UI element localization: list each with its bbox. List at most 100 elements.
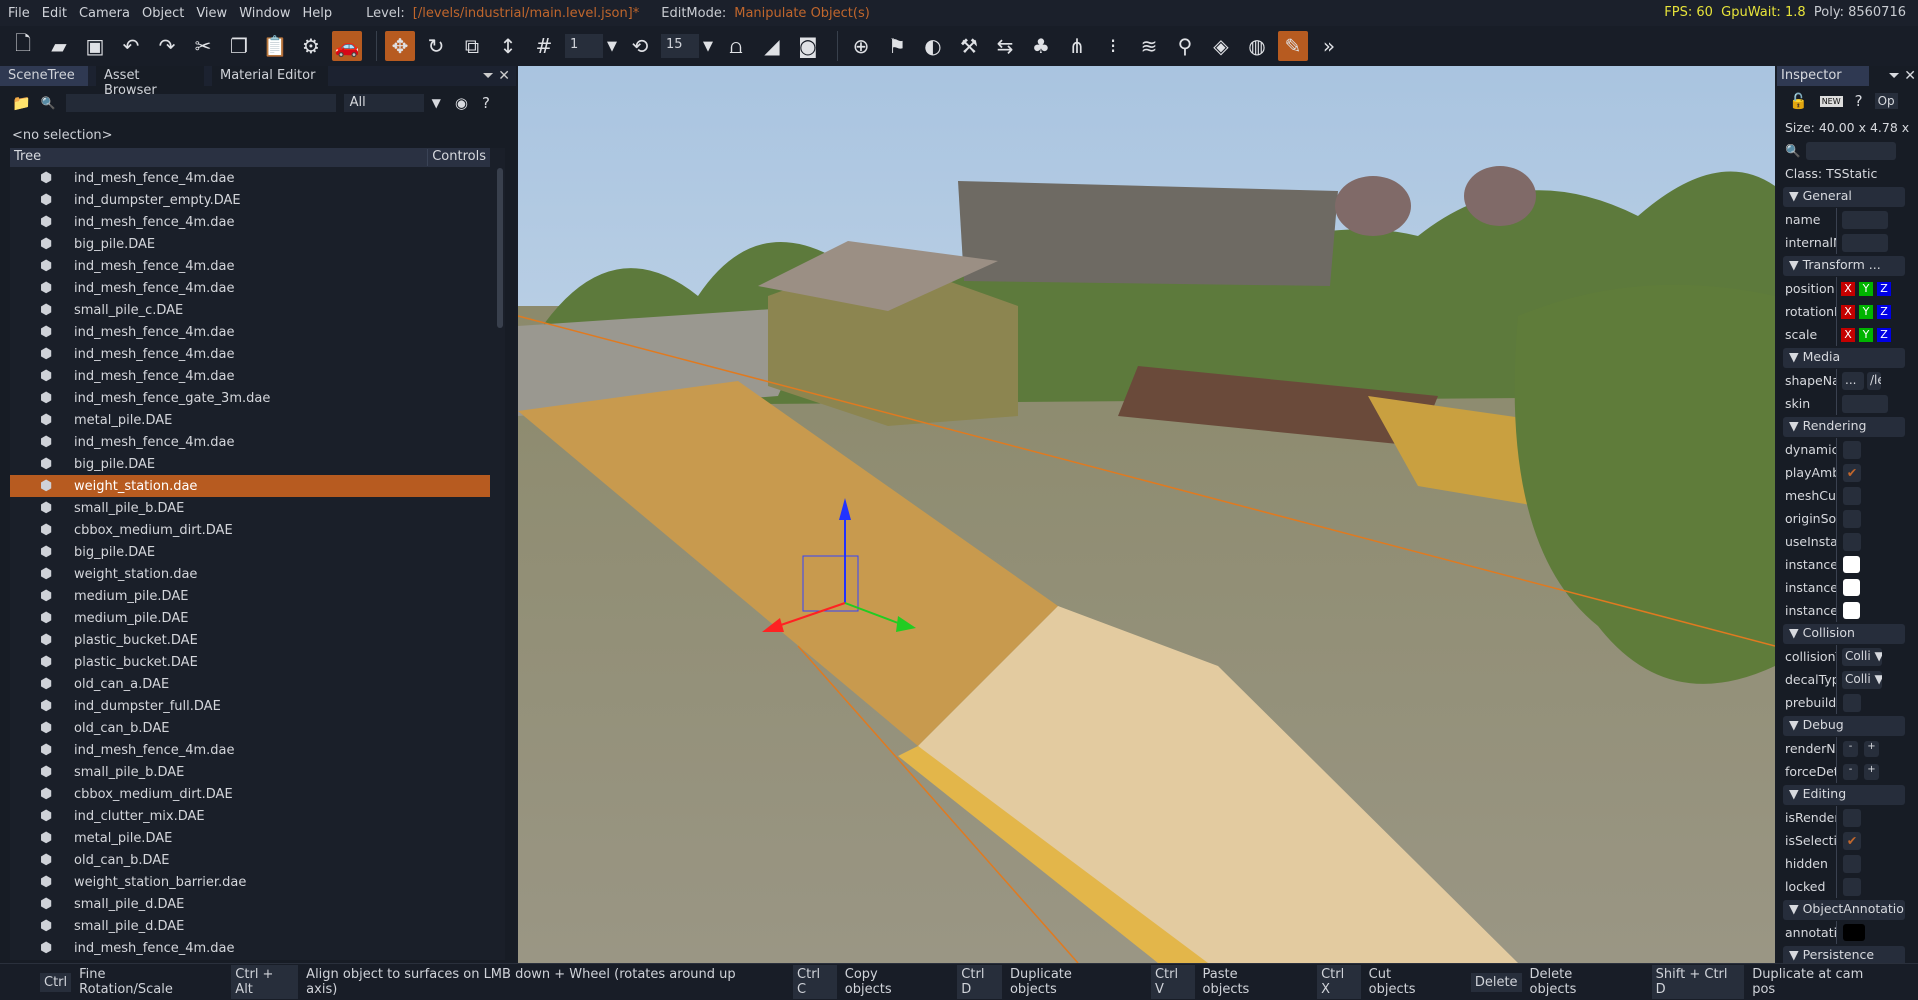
camera-icon[interactable]: ◙ (793, 31, 823, 61)
tree-item[interactable]: ⬢ ind_mesh_fence_4m.dae (10, 937, 490, 959)
options-button[interactable]: Op (1874, 93, 1898, 109)
menu-edit[interactable]: Edit (42, 6, 67, 21)
redo-icon[interactable]: ↷ (152, 31, 182, 61)
transform-more-button[interactable]: ... (1869, 257, 1881, 272)
menu-object[interactable]: Object (142, 6, 184, 21)
prebuild-checkbox[interactable] (1843, 693, 1861, 712)
node-graph-icon[interactable]: ⋔ (1062, 31, 1092, 61)
mesh-cull-checkbox[interactable] (1843, 486, 1861, 505)
help-icon[interactable]: ? (1855, 92, 1863, 110)
filter-select[interactable]: All (343, 94, 424, 112)
tree-item[interactable]: ⬢ plastic_bucket.DAE (10, 629, 490, 651)
tab-asset-browser[interactable]: Asset Browser (96, 66, 204, 98)
inspector-title[interactable]: Inspector (1777, 66, 1869, 86)
position-x[interactable]: X (1841, 281, 1855, 296)
tree-item[interactable]: ⬢ ind_mesh_fence_4m.dae (10, 431, 490, 453)
environment-icon[interactable]: ◍ (1242, 31, 1272, 61)
rotation-z[interactable]: Z (1877, 304, 1891, 319)
tree-item[interactable]: ⬢ metal_pile.DAE (10, 827, 490, 849)
help-icon[interactable]: ? (482, 94, 490, 112)
section-transform[interactable]: ▼ Transform ... (1783, 256, 1905, 276)
chevron-down-icon[interactable]: ▼ (432, 96, 441, 110)
tree-item[interactable]: ⬢ ind_mesh_fence_4m.dae (10, 211, 490, 233)
search-input[interactable] (65, 94, 336, 112)
river-icon[interactable]: ≋ (1134, 31, 1164, 61)
tree-item[interactable]: ⬢ plastic_bucket.DAE (10, 651, 490, 673)
pencil-icon[interactable]: ✎ (1278, 31, 1308, 61)
tree-item[interactable]: ⬢ small_pile_b.DAE (10, 761, 490, 783)
chevron-down-icon[interactable]: ▼ (607, 39, 617, 54)
add-folder-icon[interactable]: 📁 (12, 94, 31, 112)
menu-file[interactable]: File (8, 6, 30, 21)
section-debug[interactable]: ▼ Debug (1783, 716, 1905, 736)
section-rendering[interactable]: ▼ Rendering (1783, 417, 1905, 437)
collision-type-select[interactable]: Colli ▼ (1842, 647, 1882, 666)
chevron-down-icon[interactable]: ▼ (703, 39, 713, 54)
undo-icon[interactable]: ↶ (116, 31, 146, 61)
world-axis-icon[interactable]: ↕ (493, 31, 523, 61)
tree-item[interactable]: ⬢ ind_mesh_fence_4m.dae (10, 167, 490, 189)
section-general[interactable]: ▼ General (1783, 187, 1905, 207)
column-tree[interactable]: Tree (14, 149, 41, 166)
menu-view[interactable]: View (196, 6, 227, 21)
rotate-icon[interactable]: ↻ (421, 31, 451, 61)
tree-item[interactable]: ⬢ metal_pile.DAE (10, 409, 490, 431)
position-z[interactable]: Z (1877, 281, 1891, 296)
position-y[interactable]: Y (1859, 281, 1873, 296)
section-collision[interactable]: ▼ Collision (1783, 624, 1905, 644)
tab-material-editor[interactable]: Material Editor (212, 66, 328, 86)
tree-item[interactable]: ⬢ weight_station.dae (10, 563, 490, 585)
rotate-snap-input[interactable]: 15 (661, 34, 699, 58)
color-swatch[interactable] (1843, 602, 1860, 619)
decal-icon[interactable]: ◈ (1206, 31, 1236, 61)
tree-item[interactable]: ⬢ ind_mesh_fence_4m.dae (10, 277, 490, 299)
tree-item[interactable]: ⬢ ind_mesh_fence_4m.dae (10, 255, 490, 277)
decrement-button[interactable]: - (1843, 740, 1858, 757)
panel-menu-icon[interactable]: ⏷ (483, 68, 494, 84)
browse-button[interactable]: ... (1842, 371, 1864, 390)
tree-item[interactable]: ⬢ ind_dumpster_full.DAE (10, 695, 490, 717)
use-instance-checkbox[interactable] (1843, 532, 1861, 551)
scale-icon[interactable]: ⧉ (457, 31, 487, 61)
paint-roller-icon[interactable]: ⚒ (954, 31, 984, 61)
open-folder-icon[interactable]: ▰ (44, 31, 74, 61)
scale-y[interactable]: Y (1859, 327, 1873, 342)
section-media[interactable]: ▼ Media (1783, 348, 1905, 368)
section-persistence[interactable]: ▼ Persistence (1783, 946, 1905, 963)
play-ambient-checkbox[interactable]: ✔ (1843, 463, 1861, 482)
broadcast-icon[interactable]: ◉ (455, 94, 468, 112)
gear-icon[interactable]: ⚙ (296, 31, 326, 61)
tree-item[interactable]: ⬢ small_pile_b.DAE (10, 497, 490, 519)
magnet-icon[interactable]: ⩍ (721, 31, 751, 61)
tree-item[interactable]: ⬢ medium_pile.DAE (10, 585, 490, 607)
tree-item[interactable]: ⬢ old_can_b.DAE (10, 849, 490, 871)
lock-icon[interactable]: 🔓 (1789, 92, 1808, 110)
add-object-icon[interactable]: ⊕ (846, 31, 876, 61)
snap-value-input[interactable]: 1 (565, 34, 603, 58)
terrain-paint-icon[interactable]: ◐ (918, 31, 948, 61)
save-icon[interactable]: ▣ (80, 31, 110, 61)
internal-name-input[interactable] (1842, 233, 1888, 252)
grid-snap-icon[interactable]: # (529, 31, 559, 61)
is-selection-enabled-checkbox[interactable]: ✔ (1843, 831, 1861, 850)
menu-help[interactable]: Help (302, 6, 332, 21)
hidden-checkbox[interactable] (1843, 854, 1861, 873)
scale-x[interactable]: X (1841, 327, 1855, 342)
decal-type-select[interactable]: Colli ▼ (1842, 670, 1882, 689)
tree-item[interactable]: ⬢ cbbox_medium_dirt.DAE (10, 783, 490, 805)
tree-item[interactable]: ⬢ old_can_b.DAE (10, 717, 490, 739)
tree-item[interactable]: ⬢ ind_clutter_mix.DAE (10, 805, 490, 827)
translate-icon[interactable]: ✥ (385, 31, 415, 61)
tab-scenetree[interactable]: SceneTree (0, 66, 88, 86)
tree-item[interactable]: ⬢ ind_mesh_fence_gate_3m.dae (10, 387, 490, 409)
tree-item[interactable]: ⬢ weight_station_barrier.dae (10, 871, 490, 893)
increment-button[interactable]: + (1864, 740, 1879, 757)
lighting-icon[interactable]: ◢ (757, 31, 787, 61)
tree-item[interactable]: ⬢ old_can_a.DAE (10, 673, 490, 695)
scrollbar[interactable] (497, 168, 503, 328)
skin-input[interactable] (1842, 394, 1888, 413)
dynamic-checkbox[interactable] (1843, 440, 1861, 459)
decrement-button[interactable]: - (1843, 763, 1858, 780)
panel-menu-icon[interactable]: ⏷ (1889, 68, 1900, 84)
column-controls[interactable]: Controls (427, 149, 486, 166)
